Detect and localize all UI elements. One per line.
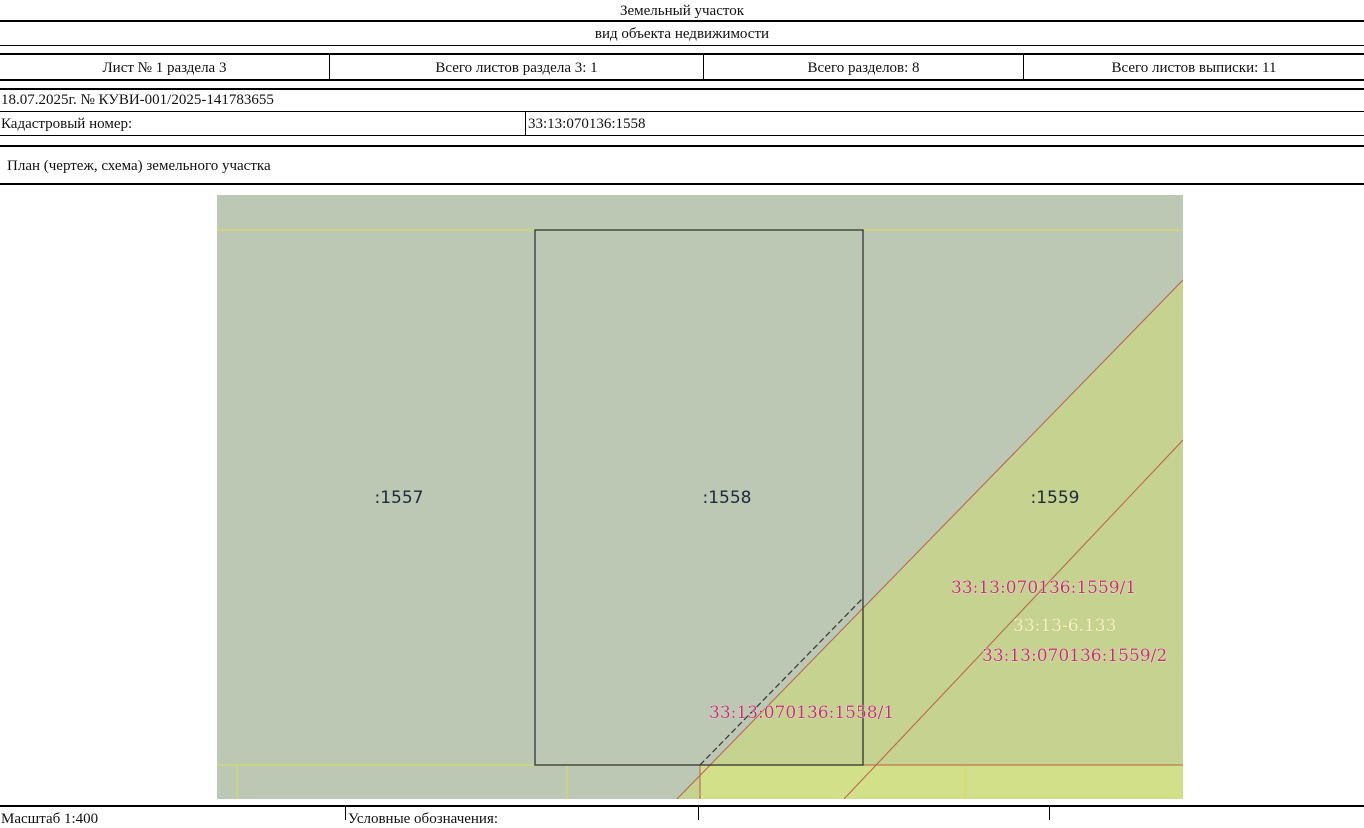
road-strip bbox=[700, 765, 1183, 799]
divider bbox=[0, 111, 1364, 112]
plan-heading: План (чертеж, схема) земельного участка bbox=[7, 158, 271, 174]
document-title: Земельный участок bbox=[619, 3, 745, 19]
cell-border bbox=[345, 807, 346, 820]
part-label-1559-1: 33:13:070136:1559/1 bbox=[951, 578, 1136, 598]
extract-date-number: 18.07.2025г. № КУВИ-001/2025-141783655 bbox=[1, 92, 274, 108]
divider bbox=[0, 805, 1364, 807]
zone-label: 33:13-6.133 bbox=[1013, 616, 1116, 636]
cell-border bbox=[525, 112, 526, 135]
document-subtitle: вид объекта недвижимости bbox=[594, 26, 770, 42]
parcel-label-1559: :1559 bbox=[1031, 488, 1080, 508]
total-sections: Всего разделов: 8 bbox=[807, 60, 920, 76]
cell-border bbox=[1049, 807, 1050, 820]
part-label-1558-1: 33:13:070136:1558/1 bbox=[709, 703, 894, 723]
divider bbox=[0, 79, 1364, 81]
parcel-label-1558: :1558 bbox=[703, 488, 752, 508]
land-plan-map: :1557 :1558 :1559 33:13:070136:1559/1 33… bbox=[217, 195, 1183, 799]
scale-label: Масштаб 1:400 bbox=[1, 811, 99, 827]
divider bbox=[0, 88, 1364, 90]
divider bbox=[0, 135, 1364, 136]
total-sheets: Всего листов выписки: 11 bbox=[1111, 60, 1277, 76]
divider bbox=[0, 53, 1364, 55]
section-sheets-count: Всего листов раздела 3: 1 bbox=[435, 60, 598, 76]
cell-border bbox=[698, 807, 699, 820]
legend-label: Условные обозначения: bbox=[348, 811, 499, 827]
cadastral-number-value: 33:13:070136:1558 bbox=[528, 116, 646, 132]
divider bbox=[0, 145, 1364, 147]
part-label-1559-2: 33:13:070136:1559/2 bbox=[982, 646, 1167, 666]
divider bbox=[0, 20, 1364, 22]
divider bbox=[0, 45, 1364, 46]
sheet-number: Лист № 1 раздела 3 bbox=[102, 60, 227, 76]
cadastral-number-label: Кадастровый номер: bbox=[1, 116, 133, 132]
parcel-label-1557: :1557 bbox=[375, 488, 424, 508]
divider bbox=[0, 183, 1364, 185]
